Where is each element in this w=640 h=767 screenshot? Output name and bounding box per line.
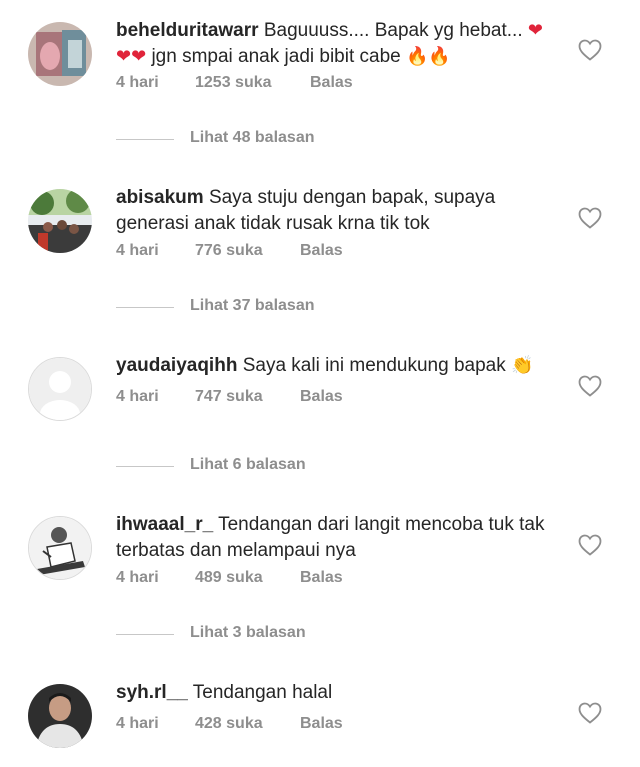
- comment-likes[interactable]: 747 suka: [195, 388, 263, 406]
- like-heart-icon[interactable]: [578, 702, 602, 724]
- comment-username[interactable]: abisakum: [116, 187, 204, 208]
- like-heart-icon[interactable]: [578, 207, 602, 229]
- comment-body: Tendangan halal: [192, 682, 333, 703]
- comment-text: yaudaiyaqihh Saya kali ini mendukung bap…: [116, 353, 556, 379]
- view-replies-label[interactable]: Lihat 6 balasan: [190, 456, 306, 474]
- comment-likes[interactable]: 489 suka: [195, 569, 263, 587]
- comment-time: 4 hari: [116, 715, 159, 732]
- avatar[interactable]: [28, 22, 92, 86]
- comment-username[interactable]: yaudaiyaqihh: [116, 355, 237, 376]
- comment-text: ihwaaal_r_ Tendangan dari langit mencoba…: [116, 512, 556, 564]
- comment-body: Saya kali ini mendukung bapak: [242, 355, 511, 376]
- clapping-hands-emoji-icon: 👏: [511, 355, 534, 376]
- reply-button[interactable]: Balas: [300, 242, 343, 260]
- comment-body-continued: jgn smpai anak jadi bibit cabe: [151, 46, 406, 67]
- heart-emoji-icon: ❤: [527, 20, 543, 41]
- replies-divider: [116, 139, 174, 140]
- comment-time: 4 hari: [116, 569, 159, 586]
- reply-button[interactable]: Balas: [300, 715, 343, 733]
- view-replies-label[interactable]: Lihat 3 balasan: [190, 624, 306, 642]
- comment-body: Baguuuss.... Bapak yg hebat...: [263, 20, 528, 41]
- avatar[interactable]: [28, 189, 92, 253]
- replies-divider: [116, 466, 174, 467]
- like-heart-icon[interactable]: [578, 375, 602, 397]
- comment-time: 4 hari: [116, 242, 159, 259]
- avatar[interactable]: [28, 516, 92, 580]
- comment-time: 4 hari: [116, 388, 159, 405]
- avatar-placeholder[interactable]: [28, 357, 92, 421]
- view-replies-label[interactable]: Lihat 37 balasan: [190, 297, 315, 315]
- comment-username[interactable]: behelduritawarr: [116, 20, 259, 41]
- comment-text: behelduritawarr Baguuuss.... Bapak yg he…: [116, 18, 556, 70]
- view-replies-label[interactable]: Lihat 48 balasan: [190, 129, 315, 147]
- replies-divider: [116, 307, 174, 308]
- reply-button[interactable]: Balas: [300, 388, 343, 406]
- like-heart-icon[interactable]: [578, 534, 602, 556]
- replies-divider: [116, 634, 174, 635]
- comment-time: 4 hari: [116, 74, 159, 91]
- comment-text: abisakum Saya stuju dengan bapak, supaya…: [116, 185, 556, 237]
- like-heart-icon[interactable]: [578, 39, 602, 61]
- fire-emoji-icon: 🔥🔥: [406, 46, 451, 67]
- reply-button[interactable]: Balas: [300, 569, 343, 587]
- comment-likes[interactable]: 428 suka: [195, 715, 263, 733]
- comment-likes[interactable]: 1253 suka: [195, 74, 272, 92]
- comment-username[interactable]: syh.rl__: [116, 682, 188, 703]
- reply-button[interactable]: Balas: [310, 74, 353, 92]
- comment-username[interactable]: ihwaaal_r_: [116, 514, 213, 535]
- avatar[interactable]: [28, 684, 92, 748]
- heart-emoji-icon: ❤❤: [116, 46, 147, 67]
- comment-text: syh.rl__ Tendangan halal: [116, 680, 556, 706]
- comment-likes[interactable]: 776 suka: [195, 242, 263, 260]
